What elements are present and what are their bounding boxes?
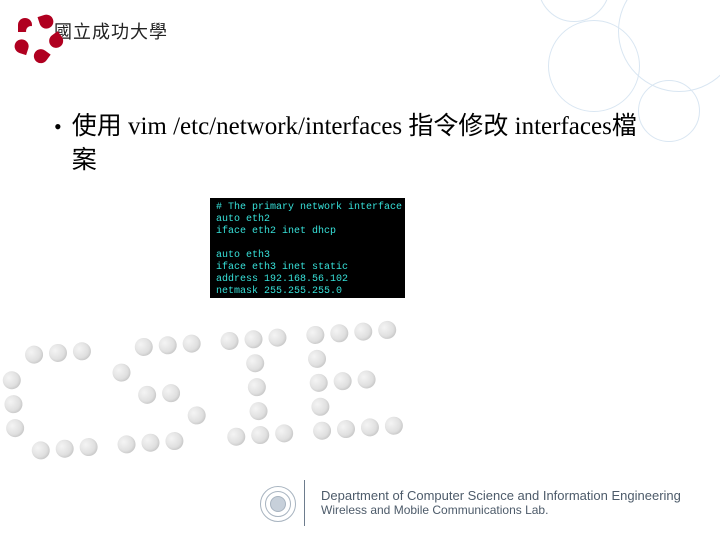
bullet-text: 使用 vim /etc/network/interfaces 指令修改 inte… xyxy=(72,110,660,178)
letter-s xyxy=(110,334,208,454)
plum-blossom-icon xyxy=(14,14,48,48)
footer: Department of Computer Science and Infor… xyxy=(260,480,700,526)
terminal-line-0: # The primary network interface xyxy=(216,202,402,213)
letter-i xyxy=(220,328,294,446)
letter-e xyxy=(306,320,404,440)
footer-line-2: Wireless and Mobile Communications Lab. xyxy=(321,504,681,518)
slide-content: • 使用 vim /etc/network/interfaces 指令修改 in… xyxy=(54,110,660,178)
university-name: 國立成功大學 xyxy=(54,18,168,44)
footer-separator xyxy=(304,480,305,526)
csie-watermark xyxy=(1,320,404,461)
bullet-marker: • xyxy=(54,110,62,144)
terminal-line-6: address 192.168.56.102 xyxy=(216,274,348,285)
letter-c xyxy=(1,342,99,462)
terminal-line-1: auto eth2 xyxy=(216,214,270,225)
terminal-line-5: iface eth3 inet static xyxy=(216,262,348,273)
university-logo: 國立成功大學 xyxy=(14,14,168,48)
terminal-screenshot: # The primary network interface auto eth… xyxy=(210,198,405,298)
footer-line-1: Department of Computer Science and Infor… xyxy=(321,489,681,504)
bullet-item: • 使用 vim /etc/network/interfaces 指令修改 in… xyxy=(54,110,660,178)
footer-text: Department of Computer Science and Infor… xyxy=(321,489,681,518)
terminal-line-7: netmask 255.255.255.0 xyxy=(216,286,342,297)
terminal-line-2: iface eth2 inet dhcp xyxy=(216,226,336,237)
terminal-line-4: auto eth3 xyxy=(216,250,270,261)
wireless-rings-icon xyxy=(260,486,294,520)
